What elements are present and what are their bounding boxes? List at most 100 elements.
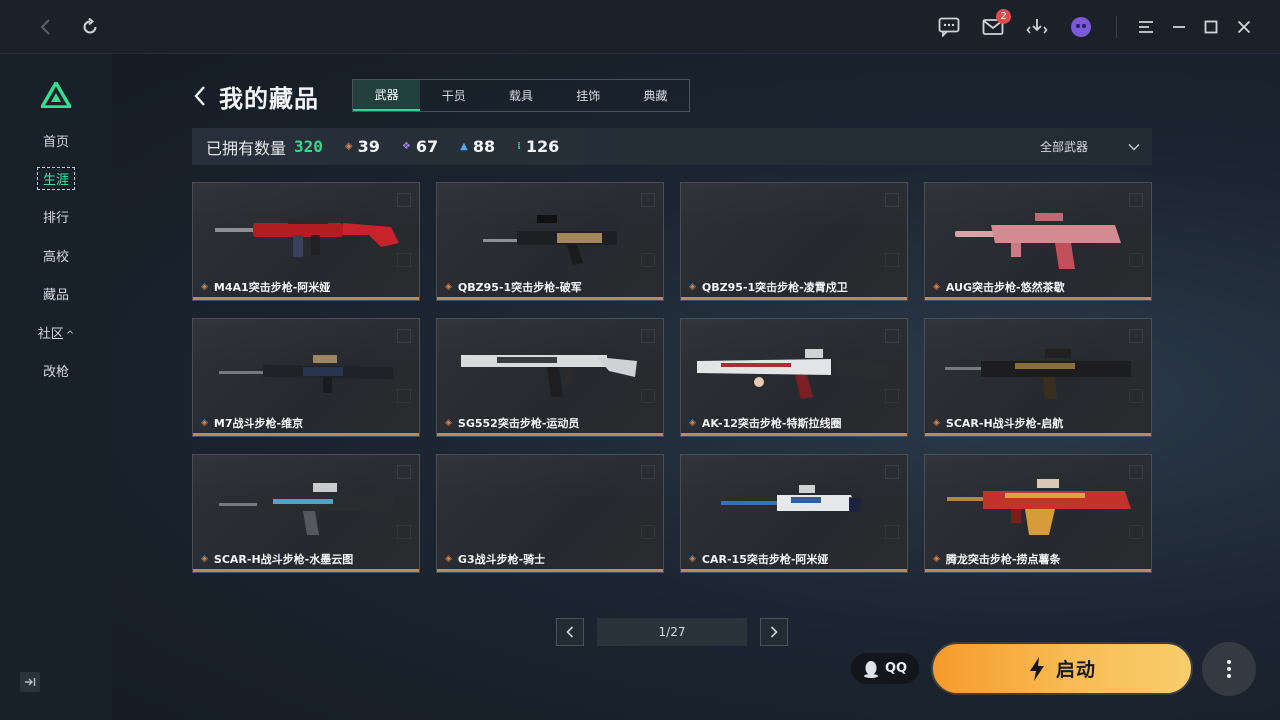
weapon-name-text: SG552突击步枪-运动员	[457, 417, 580, 430]
weapon-card[interactable]: ◈ AUG突击步枪-悠然茶歇	[924, 182, 1152, 301]
community-label: 社区	[37, 327, 64, 342]
sidebar-item-gunsmith[interactable]: 改枪	[0, 359, 112, 382]
launch-label: 启动	[1055, 659, 1096, 681]
back-chevron-icon[interactable]	[193, 81, 213, 111]
sidebar-item-label: 藏品	[42, 288, 69, 303]
weapon-name-text: QBZ95-1突击步枪-凌霄戍卫	[701, 281, 848, 294]
weapon-card[interactable]: ◈ CAR-15突击步枪-阿米娅	[680, 454, 908, 573]
weapon-card[interactable]: ◈ QBZ95-1突击步枪-凌霄戍卫	[680, 182, 908, 301]
minimize-icon[interactable]	[1166, 14, 1192, 40]
rarity-diamond-icon: ◈	[933, 282, 940, 292]
chevron-right-icon	[770, 626, 778, 638]
weapon-image	[947, 479, 1131, 535]
rarity-diamond-icon: ◈	[445, 282, 452, 292]
weapon-name-text: AK-12突击步枪-特斯拉线圈	[701, 417, 842, 430]
weapon-image	[945, 349, 1131, 399]
weapon-name-text: M7战斗步枪-维京	[213, 417, 304, 430]
lightning-icon	[1029, 656, 1044, 681]
rarity-diamond-icon: ◈	[201, 282, 208, 292]
weapon-image	[215, 217, 399, 257]
tab-operators[interactable]: 干员	[420, 80, 487, 111]
weapon-card[interactable]: ◈ SCAR-H战斗步枪-启航	[924, 318, 1152, 437]
weapon-name: ◈ SCAR-H战斗步枪-水墨云图	[201, 551, 353, 567]
rarity-count-gold: ◈ 39	[345, 137, 380, 156]
rarity-diamond-icon: ◈	[445, 554, 452, 564]
weapon-card[interactable]: ◈ M4A1突击步枪-阿米娅	[192, 182, 420, 301]
rarity-count-value: 67	[415, 137, 439, 156]
qq-account-button[interactable]: QQ	[851, 653, 919, 684]
weapon-image	[483, 215, 617, 265]
weapon-card[interactable]: ◈ SCAR-H战斗步枪-水墨云图	[192, 454, 420, 573]
page-header: 我的藏品	[193, 80, 319, 113]
rarity-diamond-icon: ◈	[201, 418, 208, 428]
sidebar-item-label: 生涯	[36, 167, 75, 190]
more-vertical-icon	[1227, 660, 1231, 678]
weapon-name-text: SCAR-H战斗步枪-水墨云图	[213, 553, 354, 566]
weapon-name: ◈ CAR-15突击步枪-阿米娅	[689, 551, 828, 567]
rarity-count-green: ⁞ 126	[517, 137, 559, 156]
rarity-count-value: 126	[525, 137, 560, 156]
tab-weapons[interactable]: 武器	[353, 80, 421, 111]
weapon-name: ◈ AK-12突击步枪-特斯拉线圈	[689, 415, 841, 431]
mail-badge: 2	[996, 9, 1011, 24]
weapon-image	[955, 213, 1121, 269]
refresh-icon[interactable]	[77, 14, 103, 40]
page-indicator: 1/27	[597, 618, 747, 646]
card-decoration	[641, 525, 655, 539]
rarity-count-blue: ▲ 88	[460, 137, 495, 156]
rarity-diamond-icon: ◈	[689, 282, 696, 292]
category-tabs: 武器 干员 载具 挂饰 典藏	[352, 79, 690, 112]
weapon-name: ◈ G3战斗步枪-骑士	[445, 551, 545, 567]
weapon-card[interactable]: ◈ AK-12突击步枪-特斯拉线圈	[680, 318, 908, 437]
sidebar-item-home[interactable]: 首页	[0, 129, 112, 152]
weapon-name-text: M4A1突击步枪-阿米娅	[213, 281, 331, 294]
launch-button[interactable]: 启动	[931, 642, 1193, 695]
weapon-name: ◈ QBZ95-1突击步枪-凌霄戍卫	[689, 279, 848, 295]
qq-penguin-icon	[863, 660, 878, 678]
diamond-orange-icon: ◈	[344, 141, 353, 152]
sidebar-item-university[interactable]: 高校	[0, 244, 112, 267]
app-logo[interactable]	[38, 79, 74, 112]
weapon-card[interactable]: ◈ QBZ95-1突击步枪-破军	[436, 182, 664, 301]
next-page-button[interactable]	[760, 618, 788, 646]
owned-label: 已拥有数量	[206, 138, 287, 158]
chevron-left-icon	[566, 626, 574, 638]
chevron-blue-icon: ▲	[460, 141, 468, 152]
weapon-name: ◈ QBZ95-1突击步枪-破军	[445, 279, 582, 295]
back-arrow-icon[interactable]	[33, 14, 59, 40]
collapse-sidebar-icon[interactable]	[20, 672, 40, 692]
weapon-name-text: AUG突击步枪-悠然茶歇	[945, 281, 1065, 294]
weapon-name-text: QBZ95-1突击步枪-破军	[457, 281, 582, 294]
menu-icon[interactable]	[1133, 14, 1159, 40]
qq-label: QQ	[884, 661, 908, 676]
more-options-button[interactable]	[1202, 642, 1256, 696]
tab-charms[interactable]: 挂饰	[555, 80, 622, 111]
sidebar-item-label: 社区 ^	[32, 321, 80, 344]
download-icon[interactable]	[1024, 14, 1050, 40]
sidebar-item-collection[interactable]: 藏品	[0, 282, 112, 305]
sidebar: 首页 生涯 排行 高校 藏品 社区 ^ 改枪	[0, 54, 112, 720]
weapon-name: ◈ M7战斗步枪-维京	[201, 415, 303, 431]
weapon-filter-dropdown[interactable]: 全部武器	[1040, 128, 1140, 165]
chevron-down-icon	[1128, 140, 1140, 154]
tab-vault[interactable]: 典藏	[622, 80, 689, 111]
sidebar-item-ranking[interactable]: 排行	[0, 205, 112, 228]
weapon-card[interactable]: ◈ 腾龙突击步枪-捞点薯条	[924, 454, 1152, 573]
card-decoration	[641, 465, 655, 479]
avatar[interactable]	[1068, 14, 1094, 40]
mail-icon[interactable]: 2	[980, 9, 1011, 40]
weapon-card[interactable]: ◈ G3战斗步枪-骑士	[436, 454, 664, 573]
weapon-image	[721, 485, 861, 513]
close-icon[interactable]	[1231, 14, 1257, 40]
weapon-card[interactable]: ◈ M7战斗步枪-维京	[192, 318, 420, 437]
sidebar-item-career[interactable]: 生涯	[0, 167, 112, 190]
maximize-icon[interactable]	[1198, 14, 1224, 40]
chat-icon[interactable]	[936, 14, 962, 40]
caret-up-icon: ^	[65, 330, 75, 341]
rarity-diamond-icon: ◈	[933, 418, 940, 428]
tab-vehicles[interactable]: 载具	[487, 80, 554, 111]
weapon-card[interactable]: ◈ SG552突击步枪-运动员	[436, 318, 664, 437]
dots-green-icon: ⁞	[517, 141, 521, 152]
prev-page-button[interactable]	[556, 618, 584, 646]
sidebar-item-community[interactable]: 社区 ^	[0, 321, 112, 344]
